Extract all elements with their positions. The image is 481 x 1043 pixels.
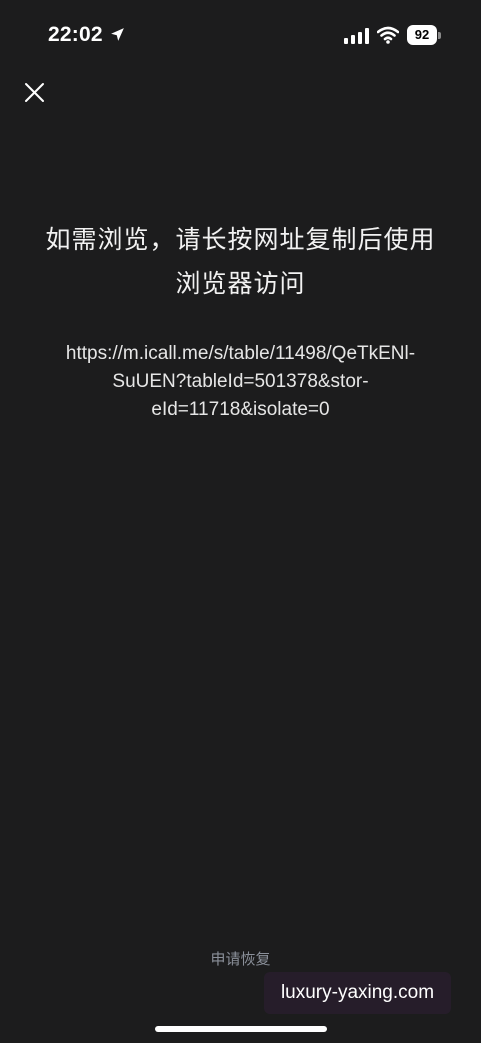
message-title: 如需浏览，请长按网址复制后使用 浏览器访问 bbox=[30, 218, 451, 306]
cellular-signal-icon bbox=[344, 28, 369, 44]
restore-link[interactable]: 申请恢复 bbox=[0, 948, 481, 969]
status-time: 22:02 bbox=[48, 23, 103, 46]
location-arrow-icon bbox=[111, 28, 124, 41]
url-text[interactable]: https://m.icall.me/s/table/11498/QeTkENl… bbox=[40, 340, 441, 424]
url-line-2: SuUEN?tableId=501378&stor- bbox=[112, 371, 369, 392]
status-bar: 22:02 92 bbox=[0, 0, 481, 70]
watermark: luxury-yaxing.com bbox=[264, 972, 451, 1014]
home-indicator[interactable] bbox=[155, 1026, 327, 1032]
message-title-line-1: 如需浏览，请长按网址复制后使用 bbox=[45, 226, 436, 254]
battery-level: 92 bbox=[407, 25, 437, 45]
wifi-icon bbox=[377, 26, 399, 44]
battery-icon: 92 bbox=[407, 25, 441, 45]
url-line-3: eId=11718&isolate=0 bbox=[151, 399, 330, 420]
close-icon[interactable] bbox=[20, 78, 48, 106]
battery-tip bbox=[438, 32, 441, 39]
message-title-line-2: 浏览器访问 bbox=[175, 270, 306, 298]
url-line-1: https://m.icall.me/s/table/11498/QeTkENl… bbox=[65, 343, 416, 364]
